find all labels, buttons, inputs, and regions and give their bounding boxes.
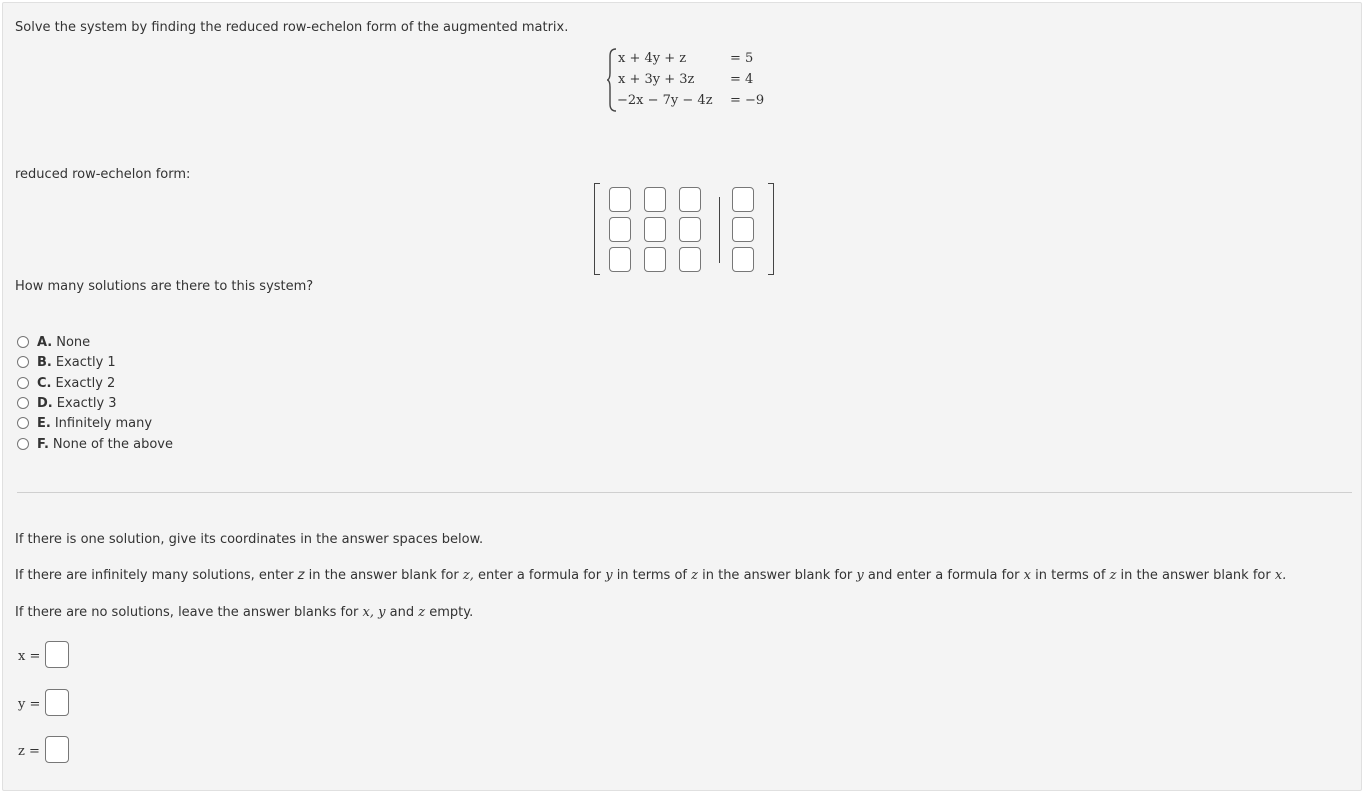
radio-icon[interactable] — [17, 417, 29, 429]
choice-text: None of the above — [52, 436, 173, 452]
choice-f[interactable]: F. None of the above — [17, 435, 173, 453]
matrix-left-bracket — [594, 183, 600, 275]
choice-text: Infinitely many — [54, 415, 153, 431]
rref-label: reduced row-echelon form: — [15, 167, 191, 182]
y-answer-input[interactable] — [45, 689, 69, 716]
no-solution-instruction: If there are no solutions, leave the ans… — [15, 605, 474, 620]
equation-2-lhs: x + 3y + 3z — [618, 72, 695, 87]
radio-icon[interactable] — [17, 438, 29, 450]
matrix-cell-r3c1[interactable] — [609, 247, 631, 272]
equation-system: x + 4y + z = 5 x + 3y + 3z = 4 −2x − 7y … — [607, 48, 782, 112]
radio-icon[interactable] — [17, 336, 29, 348]
matrix-cell-r3c3[interactable] — [679, 247, 701, 272]
z-answer-label: z = — [18, 744, 40, 759]
infinite-solution-instruction: If there are infinitely many solutions, … — [15, 568, 1287, 583]
choice-letter: B. — [37, 354, 52, 370]
choice-d[interactable]: D. Exactly 3 — [17, 394, 117, 412]
z-answer-input[interactable] — [45, 736, 69, 763]
choice-letter: A. — [37, 334, 53, 350]
x-answer-input[interactable] — [45, 641, 69, 668]
left-brace-icon — [607, 48, 617, 112]
choice-text: None — [56, 334, 91, 350]
matrix-cell-r2c3[interactable] — [679, 217, 701, 242]
section-divider — [17, 492, 1352, 493]
matrix-cell-r1c3[interactable] — [679, 187, 701, 212]
matrix-cell-r2c2[interactable] — [644, 217, 666, 242]
augment-separator — [719, 197, 720, 263]
choice-a[interactable]: A. None — [17, 333, 90, 351]
matrix-cell-r2c1[interactable] — [609, 217, 631, 242]
choice-c[interactable]: C. Exactly 2 — [17, 374, 115, 392]
equation-1-rhs: = 5 — [730, 51, 754, 66]
matrix-cell-r2c4[interactable] — [732, 217, 754, 242]
one-solution-instruction: If there is one solution, give its coord… — [15, 532, 484, 547]
choice-letter: D. — [37, 395, 53, 411]
matrix-cell-r3c4[interactable] — [732, 247, 754, 272]
choice-letter: F. — [37, 436, 49, 452]
matrix-right-bracket — [768, 183, 774, 275]
choice-b[interactable]: B. Exactly 1 — [17, 353, 116, 371]
choice-letter: E. — [37, 415, 51, 431]
instruction-text: Solve the system by finding the reduced … — [15, 20, 569, 35]
choice-text: Exactly 2 — [55, 375, 116, 391]
radio-icon[interactable] — [17, 356, 29, 368]
y-answer-label: y = — [18, 697, 41, 712]
solution-count-prompt: How many solutions are there to this sys… — [15, 279, 314, 294]
matrix-cell-r1c1[interactable] — [609, 187, 631, 212]
augmented-matrix — [592, 183, 778, 277]
matrix-cell-r1c2[interactable] — [644, 187, 666, 212]
choice-text: Exactly 3 — [56, 395, 117, 411]
choice-text: Exactly 1 — [55, 354, 116, 370]
equation-3-lhs: −2x − 7y − 4z — [617, 93, 713, 108]
choice-letter: C. — [37, 375, 52, 391]
equation-1-lhs: x + 4y + z — [618, 51, 687, 66]
equation-3-rhs: = −9 — [730, 93, 765, 108]
matrix-cell-r1c4[interactable] — [732, 187, 754, 212]
question-panel: Solve the system by finding the reduced … — [2, 2, 1362, 791]
radio-icon[interactable] — [17, 397, 29, 409]
x-answer-label: x = — [18, 649, 41, 664]
equation-2-rhs: = 4 — [730, 72, 754, 87]
matrix-cell-r3c2[interactable] — [644, 247, 666, 272]
radio-icon[interactable] — [17, 377, 29, 389]
choice-e[interactable]: E. Infinitely many — [17, 414, 152, 432]
